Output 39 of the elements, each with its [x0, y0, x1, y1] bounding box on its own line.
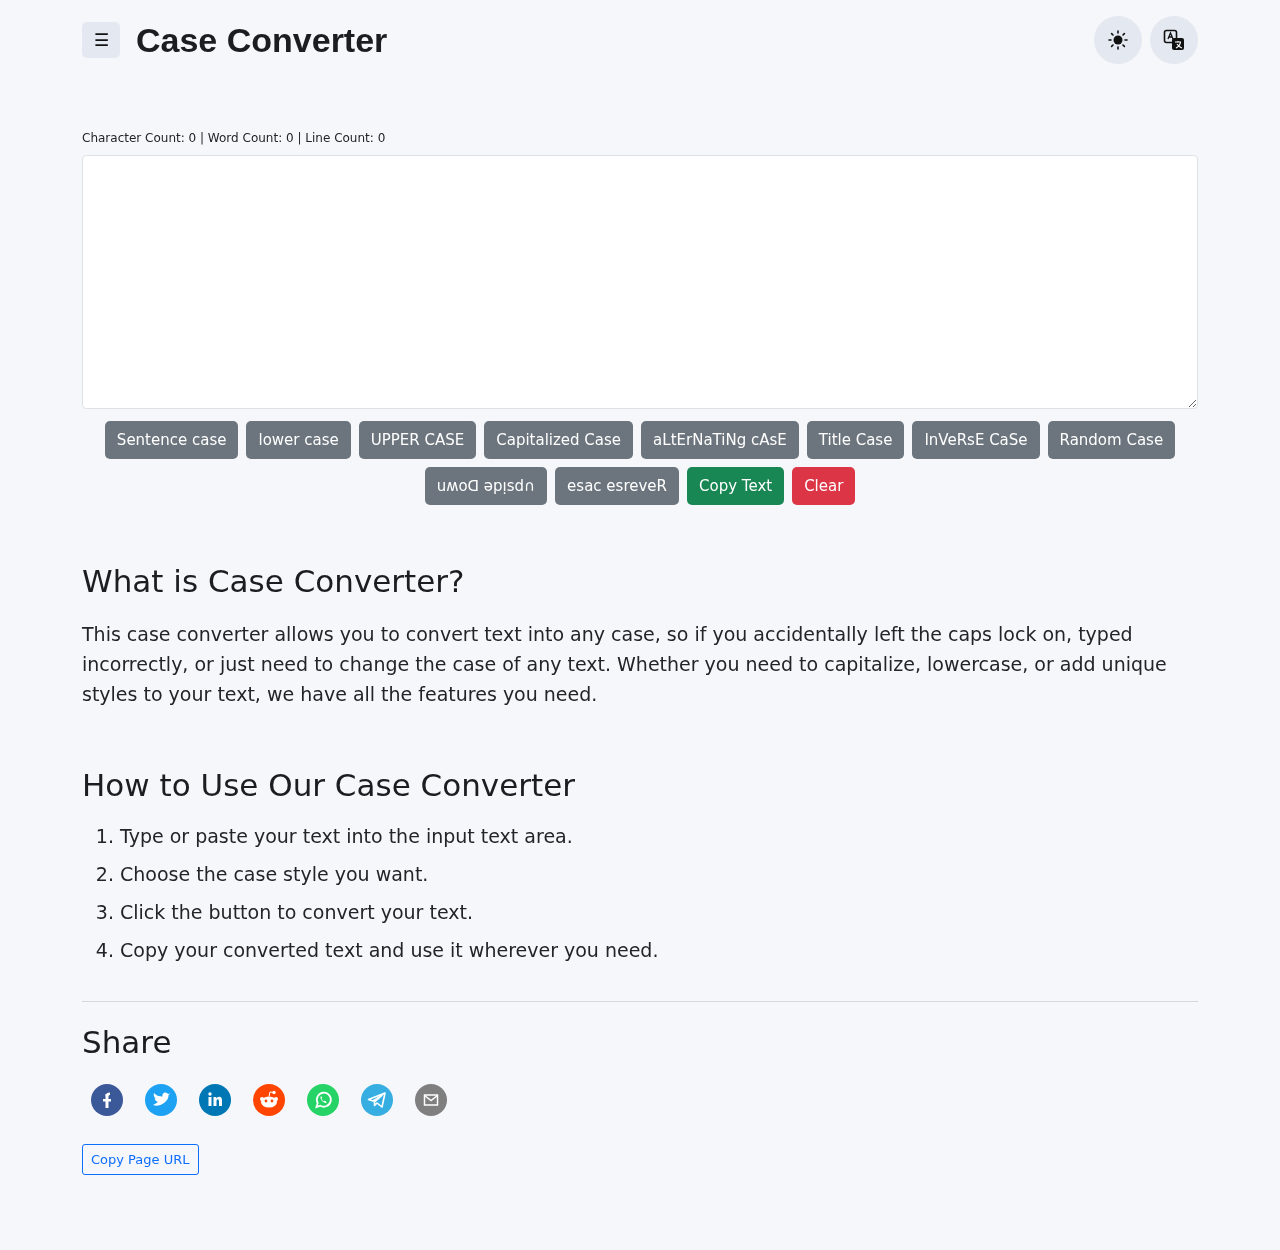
language-button[interactable]	[1150, 16, 1198, 64]
section-heading: How to Use Our Case Converter	[82, 767, 576, 803]
step-number: 2.	[94, 863, 114, 885]
text-input[interactable]	[82, 155, 1198, 409]
translate-icon	[1163, 29, 1185, 51]
case-button[interactable]: uʍoᗡ ǝpᴉsd∩	[424, 467, 548, 505]
step-text: Type or paste your text into the input text area.	[119, 825, 573, 847]
case-button[interactable]: Sentence case	[104, 421, 239, 459]
theme-toggle-button[interactable]	[1094, 16, 1142, 64]
clear-button[interactable]: Clear	[792, 467, 856, 505]
case-button[interactable]: Random Case	[1047, 421, 1176, 459]
menu-button[interactable]: ☰	[82, 22, 120, 58]
email-share-icon[interactable]	[415, 1084, 447, 1116]
case-button[interactable]: esac esreveR	[555, 467, 679, 505]
step-number: 1.	[94, 825, 114, 847]
section-heading: What is Case Converter?	[82, 563, 466, 599]
case-button[interactable]: aLtErNaTiNg cAsE	[641, 421, 799, 459]
text-stats: Character Count: 0 | Word Count: 0 | Line Count: 0	[82, 131, 387, 145]
case-button[interactable]: lower case	[246, 421, 351, 459]
case-button[interactable]: Capitalized Case	[484, 421, 634, 459]
twitter-share-icon[interactable]	[145, 1084, 177, 1116]
case-button[interactable]: UPPER CASE	[358, 421, 477, 459]
case-button[interactable]: InVeRsE CaSe	[912, 421, 1040, 459]
section-heading: Share	[82, 1024, 173, 1060]
copy-url-button[interactable]: Copy Page URL	[82, 1144, 199, 1175]
reddit-share-icon[interactable]	[253, 1084, 285, 1116]
copy-button[interactable]: Copy Text	[687, 467, 785, 505]
facebook-share-icon[interactable]	[91, 1084, 123, 1116]
telegram-share-icon[interactable]	[361, 1084, 393, 1116]
case-button[interactable]: Title Case	[806, 421, 905, 459]
step-text: Choose the case style you want.	[119, 863, 429, 885]
step-text: Copy your converted text and use it wherever you need.	[119, 939, 659, 961]
linkedin-share-icon[interactable]	[199, 1084, 231, 1116]
site-title: Case Converter	[136, 20, 389, 60]
description-paragraph: This case converter allows you to convert text into any case, so if you accidentally left the caps lock on, typed incorrectly, or just need to change the case of any text. Whether you need to capitalize, lowercase, or add unique styles to your text, we have all the features you need.	[82, 622, 1168, 707]
step-number: 3.	[94, 901, 114, 923]
step-number: 4.	[94, 939, 114, 961]
sun-icon	[1108, 30, 1128, 50]
step-text: Click the button to convert your text.	[119, 901, 473, 923]
